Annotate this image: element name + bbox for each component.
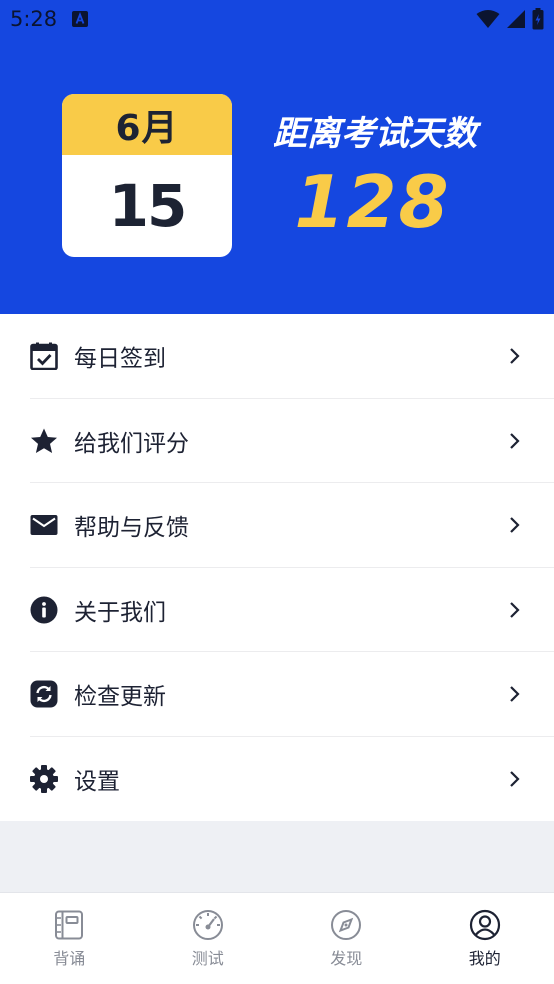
nav-label: 我的: [468, 949, 501, 968]
menu-item-about-us[interactable]: 关于我们: [0, 568, 554, 653]
nav-label: 测试: [191, 949, 224, 968]
menu-item-help-feedback[interactable]: 帮助与反馈: [0, 483, 554, 568]
menu-item-label: 每日签到: [74, 346, 166, 373]
info-icon: [30, 596, 58, 624]
status-bar: 5:28: [0, 0, 554, 38]
gear-icon: [30, 764, 58, 793]
nav-tab-discover[interactable]: 发现: [277, 893, 416, 984]
notebook-icon: [55, 910, 84, 940]
chevron-right-icon: [510, 601, 520, 618]
calendar-check-icon: [30, 342, 58, 371]
user-circle-icon: [469, 909, 500, 941]
calendar-day: 15: [108, 172, 188, 240]
nav-label: 背诵: [53, 949, 86, 968]
nav-tab-mine[interactable]: 我的: [416, 893, 554, 984]
compass-icon: [331, 910, 362, 940]
speedometer-icon: [192, 910, 223, 940]
app-notification-icon: [72, 11, 88, 27]
status-time: 5:28: [10, 7, 58, 31]
screen: 5:28 6月 15 距离考试天数 128 每日签到 给我们评分 帮助与反馈 关…: [0, 0, 554, 984]
menu-item-daily-checkin[interactable]: 每日签到: [0, 314, 554, 399]
chevron-right-icon: [510, 770, 520, 787]
menu-item-label: 关于我们: [74, 599, 166, 626]
nav-tab-test[interactable]: 测试: [139, 893, 278, 984]
signal-icon: [507, 10, 525, 28]
countdown-value: 128: [294, 160, 451, 244]
menu-item-label: 帮助与反馈: [74, 515, 189, 542]
menu-item-settings[interactable]: 设置: [0, 737, 554, 822]
menu-item-label: 检查更新: [74, 684, 166, 711]
menu-item-check-update[interactable]: 检查更新: [0, 652, 554, 737]
wifi-icon: [476, 10, 500, 28]
bottom-nav: 背诵 测试 发现 我的: [0, 892, 554, 984]
calendar-month: 6月: [62, 94, 232, 155]
menu-list: 每日签到 给我们评分 帮助与反馈 关于我们 检查更新 设置: [0, 314, 554, 821]
chevron-right-icon: [510, 432, 520, 449]
chevron-right-icon: [510, 348, 520, 365]
header: 5:28 6月 15 距离考试天数 128: [0, 0, 554, 314]
nav-label: 发现: [330, 949, 363, 968]
nav-tab-recite[interactable]: 背诵: [0, 893, 139, 984]
mail-icon: [30, 511, 58, 539]
battery-icon: [532, 8, 544, 30]
status-icons: [476, 8, 544, 30]
chevron-right-icon: [510, 517, 520, 534]
menu-item-label: 给我们评分: [74, 430, 189, 457]
countdown-title: 距离考试天数: [273, 114, 477, 154]
menu-item-rate-us[interactable]: 给我们评分: [0, 399, 554, 484]
star-icon: [30, 427, 58, 455]
refresh-icon: [30, 680, 58, 708]
exam-date-calendar: 6月 15: [62, 94, 232, 257]
menu-item-label: 设置: [74, 768, 120, 795]
chevron-right-icon: [510, 686, 520, 703]
